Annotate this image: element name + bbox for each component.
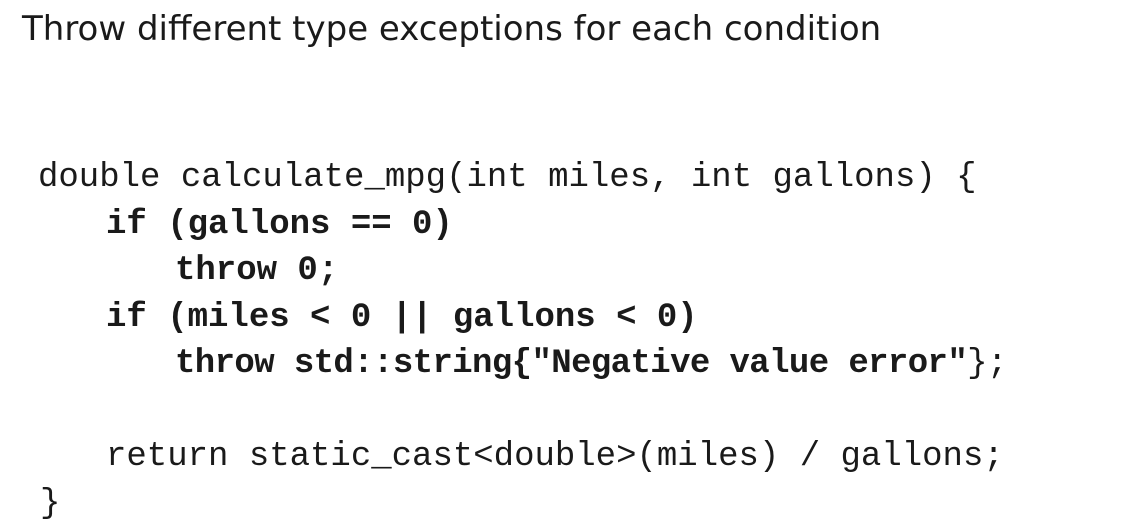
throw-string-tail: }; [967, 345, 1007, 383]
code-line-return: return static_cast<double>(miles) / gall… [106, 438, 1004, 476]
code-line-if-negative: if (miles < 0 || gallons < 0) [106, 298, 698, 337]
code-line-throw-string: throw std::string{"Negative value error"… [38, 341, 1007, 388]
slide-title: Throw different type exceptions for each… [22, 9, 882, 49]
throw-string-bold-part: throw std::string{"Negative value error" [175, 345, 968, 383]
code-block: double calculate_mpg(int miles, int gall… [38, 155, 1007, 527]
code-line-throw-zero: throw 0; [175, 252, 339, 290]
code-line-signature: double calculate_mpg(int miles, int gall… [38, 159, 977, 197]
code-line-if-gallons-zero: if (gallons == 0) [106, 205, 453, 244]
code-line-closing-brace: } [40, 484, 61, 523]
